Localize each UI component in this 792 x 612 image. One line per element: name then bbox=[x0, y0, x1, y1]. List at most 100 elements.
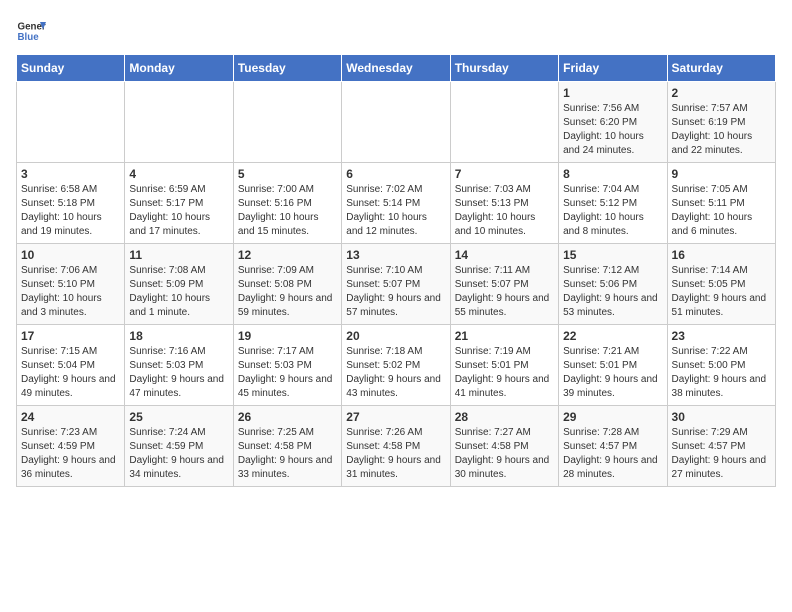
day-number: 22 bbox=[563, 329, 662, 343]
calendar-day-cell: 23Sunrise: 7:22 AM Sunset: 5:00 PM Dayli… bbox=[667, 325, 775, 406]
day-info: Sunrise: 6:59 AM Sunset: 5:17 PM Dayligh… bbox=[129, 183, 228, 239]
calendar-day-cell: 16Sunrise: 7:14 AM Sunset: 5:05 PM Dayli… bbox=[667, 244, 775, 325]
calendar-day-cell: 7 Sunrise: 7:03 AM Sunset: 5:13 PM Daylig… bbox=[450, 163, 558, 244]
day-info: Sunrise: 7:21 AM Sunset: 5:01 PM Dayligh… bbox=[563, 345, 662, 401]
calendar-week-row: 1 Sunrise: 7:56 AM Sunset: 6:20 PM Daylig… bbox=[17, 82, 776, 163]
calendar-day-cell: 30 Sunrise: 7:29 AM Sunset: 4:57 PM Dayli… bbox=[667, 406, 775, 487]
day-number: 2 bbox=[672, 86, 771, 100]
calendar-day-cell: 24 Sunrise: 7:23 AM Sunset: 4:59 PM Dayli… bbox=[17, 406, 125, 487]
day-number: 6 bbox=[346, 167, 445, 181]
calendar-day-cell: 29 Sunrise: 7:28 AM Sunset: 4:57 PM Dayli… bbox=[559, 406, 667, 487]
logo: General Blue bbox=[16, 16, 46, 46]
day-info: Sunrise: 7:00 AM Sunset: 5:16 PM Dayligh… bbox=[238, 183, 337, 239]
calendar-day-cell: 22 Sunrise: 7:21 AM Sunset: 5:01 PM Dayli… bbox=[559, 325, 667, 406]
day-info: Sunrise: 7:27 AM Sunset: 4:58 PM Dayligh… bbox=[455, 426, 554, 482]
day-number: 9 bbox=[672, 167, 771, 181]
calendar-week-row: 17Sunrise: 7:15 AM Sunset: 5:04 PM Dayli… bbox=[17, 325, 776, 406]
header: General Blue bbox=[16, 16, 776, 46]
weekday-header-cell: Tuesday bbox=[233, 55, 341, 82]
day-number: 25 bbox=[129, 410, 228, 424]
day-info: Sunrise: 6:58 AM Sunset: 5:18 PM Dayligh… bbox=[21, 183, 120, 239]
calendar-day-cell bbox=[233, 82, 341, 163]
day-number: 11 bbox=[129, 248, 228, 262]
calendar-week-row: 3 Sunrise: 6:58 AM Sunset: 5:18 PM Daylig… bbox=[17, 163, 776, 244]
calendar-week-row: 24 Sunrise: 7:23 AM Sunset: 4:59 PM Dayli… bbox=[17, 406, 776, 487]
day-info: Sunrise: 7:08 AM Sunset: 5:09 PM Dayligh… bbox=[129, 264, 228, 320]
day-info: Sunrise: 7:23 AM Sunset: 4:59 PM Dayligh… bbox=[21, 426, 120, 482]
weekday-header-cell: Friday bbox=[559, 55, 667, 82]
day-info: Sunrise: 7:29 AM Sunset: 4:57 PM Dayligh… bbox=[672, 426, 771, 482]
calendar-day-cell: 18 Sunrise: 7:16 AM Sunset: 5:03 PM Dayli… bbox=[125, 325, 233, 406]
day-info: Sunrise: 7:57 AM Sunset: 6:19 PM Dayligh… bbox=[672, 102, 771, 158]
day-number: 21 bbox=[455, 329, 554, 343]
day-info: Sunrise: 7:12 AM Sunset: 5:06 PM Dayligh… bbox=[563, 264, 662, 320]
day-number: 24 bbox=[21, 410, 120, 424]
calendar-day-cell: 1 Sunrise: 7:56 AM Sunset: 6:20 PM Daylig… bbox=[559, 82, 667, 163]
day-number: 5 bbox=[238, 167, 337, 181]
calendar-day-cell bbox=[342, 82, 450, 163]
calendar-day-cell: 11 Sunrise: 7:08 AM Sunset: 5:09 PM Dayli… bbox=[125, 244, 233, 325]
svg-text:Blue: Blue bbox=[18, 32, 40, 43]
calendar-day-cell: 17Sunrise: 7:15 AM Sunset: 5:04 PM Dayli… bbox=[17, 325, 125, 406]
weekday-header: SundayMondayTuesdayWednesdayThursdayFrid… bbox=[17, 55, 776, 82]
day-info: Sunrise: 7:56 AM Sunset: 6:20 PM Dayligh… bbox=[563, 102, 662, 158]
day-info: Sunrise: 7:19 AM Sunset: 5:01 PM Dayligh… bbox=[455, 345, 554, 401]
calendar-day-cell: 28 Sunrise: 7:27 AM Sunset: 4:58 PM Dayli… bbox=[450, 406, 558, 487]
calendar-day-cell: 25 Sunrise: 7:24 AM Sunset: 4:59 PM Dayli… bbox=[125, 406, 233, 487]
weekday-header-cell: Monday bbox=[125, 55, 233, 82]
day-number: 14 bbox=[455, 248, 554, 262]
day-number: 15 bbox=[563, 248, 662, 262]
weekday-header-cell: Wednesday bbox=[342, 55, 450, 82]
calendar-day-cell: 19Sunrise: 7:17 AM Sunset: 5:03 PM Dayli… bbox=[233, 325, 341, 406]
calendar-table: SundayMondayTuesdayWednesdayThursdayFrid… bbox=[16, 54, 776, 487]
calendar-day-cell: 12 Sunrise: 7:09 AM Sunset: 5:08 PM Dayli… bbox=[233, 244, 341, 325]
calendar-day-cell: 27 Sunrise: 7:26 AM Sunset: 4:58 PM Dayli… bbox=[342, 406, 450, 487]
day-number: 18 bbox=[129, 329, 228, 343]
day-number: 26 bbox=[238, 410, 337, 424]
calendar-day-cell: 4 Sunrise: 6:59 AM Sunset: 5:17 PM Daylig… bbox=[125, 163, 233, 244]
day-info: Sunrise: 7:24 AM Sunset: 4:59 PM Dayligh… bbox=[129, 426, 228, 482]
calendar-day-cell bbox=[17, 82, 125, 163]
day-number: 4 bbox=[129, 167, 228, 181]
day-number: 30 bbox=[672, 410, 771, 424]
day-number: 20 bbox=[346, 329, 445, 343]
calendar-day-cell bbox=[450, 82, 558, 163]
day-number: 28 bbox=[455, 410, 554, 424]
day-number: 19 bbox=[238, 329, 337, 343]
weekday-header-cell: Saturday bbox=[667, 55, 775, 82]
calendar-day-cell: 3 Sunrise: 6:58 AM Sunset: 5:18 PM Daylig… bbox=[17, 163, 125, 244]
calendar-day-cell: 2 Sunrise: 7:57 AM Sunset: 6:19 PM Daylig… bbox=[667, 82, 775, 163]
logo-icon: General Blue bbox=[16, 16, 46, 46]
day-number: 29 bbox=[563, 410, 662, 424]
day-info: Sunrise: 7:10 AM Sunset: 5:07 PM Dayligh… bbox=[346, 264, 445, 320]
day-info: Sunrise: 7:09 AM Sunset: 5:08 PM Dayligh… bbox=[238, 264, 337, 320]
day-number: 13 bbox=[346, 248, 445, 262]
calendar-day-cell: 5 Sunrise: 7:00 AM Sunset: 5:16 PM Daylig… bbox=[233, 163, 341, 244]
day-info: Sunrise: 7:06 AM Sunset: 5:10 PM Dayligh… bbox=[21, 264, 120, 320]
day-number: 1 bbox=[563, 86, 662, 100]
calendar-week-row: 10 Sunrise: 7:06 AM Sunset: 5:10 PM Dayli… bbox=[17, 244, 776, 325]
day-number: 10 bbox=[21, 248, 120, 262]
day-info: Sunrise: 7:14 AM Sunset: 5:05 PM Dayligh… bbox=[672, 264, 771, 320]
calendar-day-cell: 26Sunrise: 7:25 AM Sunset: 4:58 PM Dayli… bbox=[233, 406, 341, 487]
calendar-day-cell: 8Sunrise: 7:04 AM Sunset: 5:12 PM Daylig… bbox=[559, 163, 667, 244]
day-number: 17 bbox=[21, 329, 120, 343]
day-info: Sunrise: 7:18 AM Sunset: 5:02 PM Dayligh… bbox=[346, 345, 445, 401]
calendar-day-cell bbox=[125, 82, 233, 163]
day-number: 12 bbox=[238, 248, 337, 262]
day-number: 27 bbox=[346, 410, 445, 424]
calendar-day-cell: 9Sunrise: 7:05 AM Sunset: 5:11 PM Daylig… bbox=[667, 163, 775, 244]
day-info: Sunrise: 7:03 AM Sunset: 5:13 PM Dayligh… bbox=[455, 183, 554, 239]
calendar-day-cell: 14Sunrise: 7:11 AM Sunset: 5:07 PM Dayli… bbox=[450, 244, 558, 325]
calendar-day-cell: 13 Sunrise: 7:10 AM Sunset: 5:07 PM Dayli… bbox=[342, 244, 450, 325]
day-info: Sunrise: 7:02 AM Sunset: 5:14 PM Dayligh… bbox=[346, 183, 445, 239]
calendar-day-cell: 20 Sunrise: 7:18 AM Sunset: 5:02 PM Dayli… bbox=[342, 325, 450, 406]
day-info: Sunrise: 7:16 AM Sunset: 5:03 PM Dayligh… bbox=[129, 345, 228, 401]
day-number: 8 bbox=[563, 167, 662, 181]
weekday-header-cell: Sunday bbox=[17, 55, 125, 82]
day-number: 3 bbox=[21, 167, 120, 181]
day-number: 7 bbox=[455, 167, 554, 181]
calendar-day-cell: 21 Sunrise: 7:19 AM Sunset: 5:01 PM Dayli… bbox=[450, 325, 558, 406]
day-info: Sunrise: 7:28 AM Sunset: 4:57 PM Dayligh… bbox=[563, 426, 662, 482]
day-info: Sunrise: 7:26 AM Sunset: 4:58 PM Dayligh… bbox=[346, 426, 445, 482]
